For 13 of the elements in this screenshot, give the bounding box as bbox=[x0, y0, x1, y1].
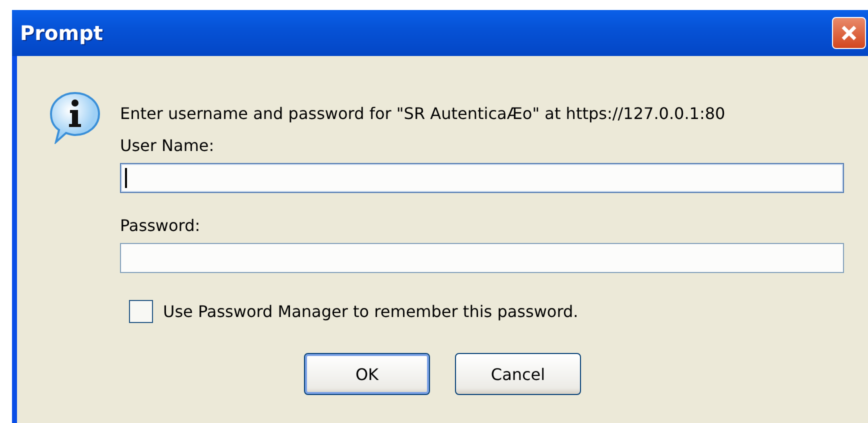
prompt-message: Enter username and password for "SR AutenticaÆo" at https://127.0.0.1:80 bbox=[120, 104, 726, 123]
field-label: User Name: bbox=[120, 136, 216, 155]
close-button[interactable] bbox=[832, 17, 866, 49]
window-title: Prompt bbox=[20, 21, 103, 45]
ok-button[interactable]: OK bbox=[304, 353, 430, 395]
input-field[interactable] bbox=[120, 163, 844, 193]
field-label: Password: bbox=[120, 216, 202, 235]
checkbox-label: Use Password Manager to remember this password. bbox=[163, 302, 578, 321]
checkbox[interactable] bbox=[129, 300, 153, 323]
cancel-button[interactable]: Cancel bbox=[455, 353, 581, 395]
input-field[interactable] bbox=[120, 243, 844, 273]
info-icon bbox=[48, 90, 102, 144]
close-icon bbox=[839, 23, 859, 43]
